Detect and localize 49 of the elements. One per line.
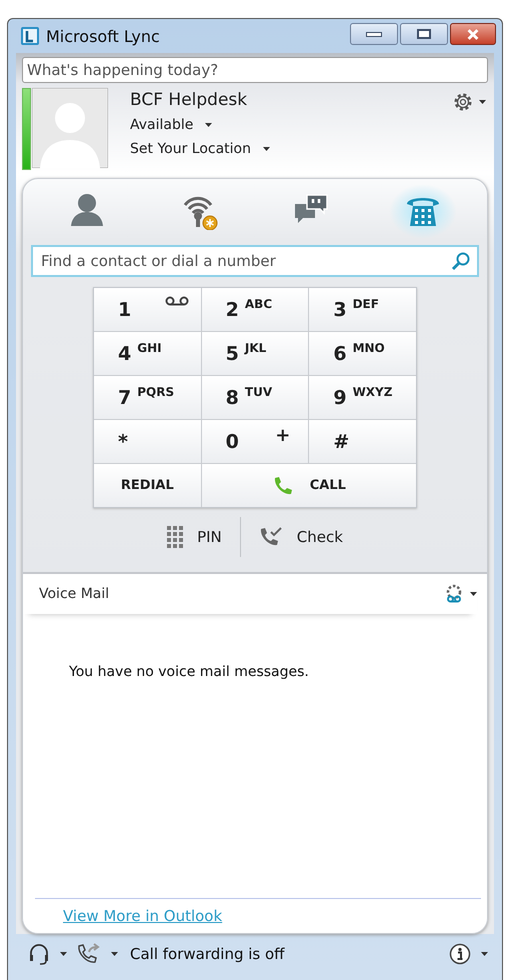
dial-key[interactable]: 5 JKL bbox=[202, 332, 308, 375]
gear-voicemail-icon bbox=[444, 584, 464, 604]
keypad-icon bbox=[167, 526, 184, 548]
search-icon bbox=[451, 251, 471, 271]
info-icon bbox=[449, 943, 471, 965]
caret-icon bbox=[470, 592, 477, 596]
phone-forward-icon bbox=[77, 943, 101, 965]
options-button[interactable] bbox=[453, 92, 486, 112]
dial-key[interactable]: 3 DEF bbox=[309, 288, 416, 331]
gear-icon bbox=[453, 92, 473, 112]
caret-icon bbox=[479, 100, 486, 104]
call-forwarding-status: Call forwarding is off bbox=[130, 945, 286, 963]
phone-check-icon bbox=[258, 526, 283, 548]
caret-icon bbox=[60, 952, 67, 956]
call-button[interactable]: CALL bbox=[202, 464, 416, 507]
minimize-button[interactable] bbox=[350, 23, 398, 45]
check-voicemail-button[interactable]: Check bbox=[240, 526, 361, 548]
redial-button[interactable]: REDIAL bbox=[94, 464, 201, 507]
dial-key[interactable]: 6 MNO bbox=[309, 332, 416, 375]
avatar-silhouette-icon bbox=[32, 88, 108, 168]
dial-key[interactable]: 9 WXYZ bbox=[309, 376, 416, 419]
maximize-button[interactable] bbox=[400, 23, 448, 45]
close-button[interactable] bbox=[450, 23, 496, 45]
voicemail-options-button[interactable] bbox=[444, 584, 477, 604]
close-icon bbox=[466, 28, 480, 40]
section-title: Voice Mail bbox=[39, 586, 110, 602]
headset-icon bbox=[28, 943, 50, 965]
search-field[interactable]: Find a contact or dial a number bbox=[31, 245, 479, 277]
voicemail-icon bbox=[164, 296, 189, 306]
dial-key[interactable]: 0 + bbox=[202, 420, 308, 463]
dial-key[interactable]: * bbox=[94, 420, 201, 463]
window-title: Microsoft Lync bbox=[46, 26, 161, 46]
dial-key[interactable]: 1 bbox=[94, 288, 201, 331]
empty-message: You have no voice mail messages. bbox=[69, 664, 310, 682]
caret-icon bbox=[205, 123, 212, 127]
dial-key[interactable]: 7 PQRS bbox=[94, 376, 201, 419]
status-note-field[interactable]: What's happening today? bbox=[22, 57, 488, 83]
dial-key[interactable]: 2 ABC bbox=[202, 288, 308, 331]
app-logo-icon bbox=[20, 26, 40, 46]
caret-icon bbox=[111, 952, 118, 956]
caret-icon bbox=[481, 952, 488, 956]
dial-key[interactable]: # bbox=[309, 420, 416, 463]
availability-dropdown[interactable]: Available bbox=[130, 114, 270, 136]
dial-key[interactable]: 8 TUV bbox=[202, 376, 308, 419]
dial-key[interactable]: 4 GHI bbox=[94, 332, 201, 375]
pin-button[interactable]: PIN bbox=[149, 526, 240, 548]
caret-icon bbox=[263, 147, 270, 151]
user-name: BCF Helpdesk bbox=[130, 89, 248, 112]
location-dropdown[interactable]: Set Your Location bbox=[130, 138, 270, 160]
